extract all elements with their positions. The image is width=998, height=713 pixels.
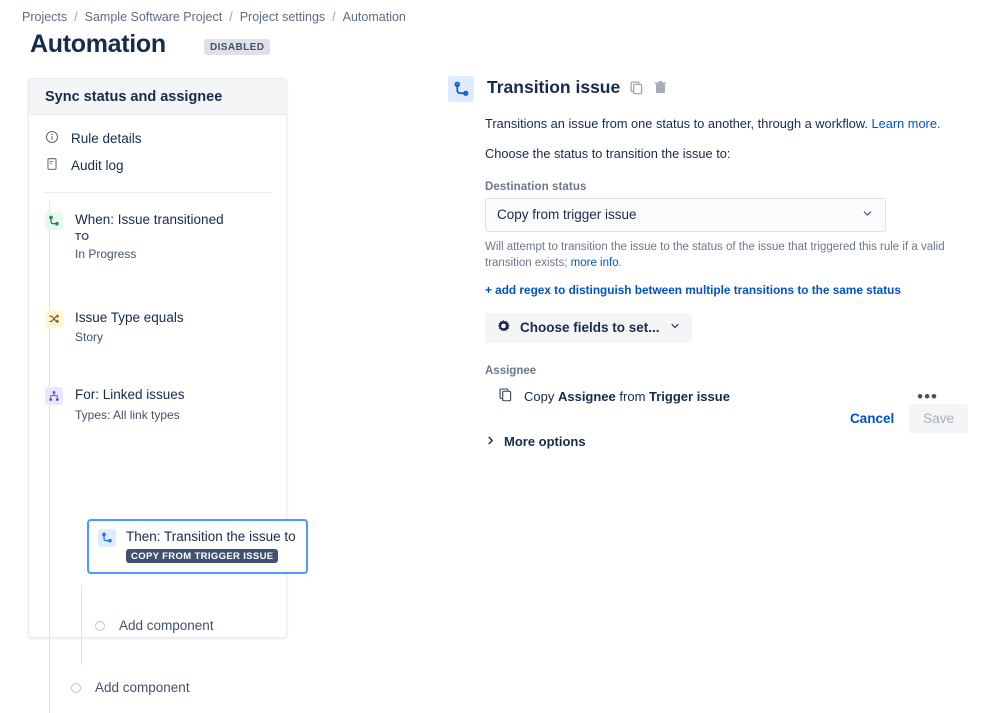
detail-question: Choose the status to transition the issu… [485,145,731,161]
chevron-down-icon [669,320,681,335]
breadcrumb: Projects / Sample Software Project / Pro… [22,10,406,24]
chevron-down-icon [861,207,874,223]
then-card-body: Then: Transition the issue to COPY FROM … [126,528,296,564]
add-regex-link-text[interactable]: + add regex to distinguish between multi… [485,283,901,297]
more-options-toggle[interactable]: More options [485,434,586,449]
breadcrumb-separator: / [229,10,233,24]
add-component-label: Add component [119,618,214,633]
trash-icon[interactable] [653,80,668,95]
assignee-field-name: Assignee [557,389,616,405]
action-detail-panel: Transition issue Transitions an issue fr… [448,76,968,451]
tree-node-body: Issue Type equals Story [75,309,184,346]
destination-status-label: Destination status [485,180,587,193]
shuffle-icon [45,310,63,329]
tree-node-title: When: Issue transitioned [75,212,224,227]
add-dot-icon [71,682,81,693]
assignee-label: Assignee [485,364,537,377]
rule-name-header: Sync status and assignee [29,79,286,115]
page-title: Automation [30,30,166,58]
tree-node-sub-value: In Progress [75,247,137,262]
cancel-button[interactable]: Cancel [840,404,904,433]
sidebar-item-rule-details[interactable]: Rule details [29,125,286,152]
help-text-end: . [618,257,622,270]
detail-title: Transition issue [487,77,621,97]
assignee-description: Copy Assignee from Trigger issue [524,389,900,404]
transition-icon [45,212,63,230]
tree-node-title: For: Linked issues [75,387,185,403]
more-info-link[interactable]: more info [571,257,619,269]
tree-node-body: For: Linked issues Types: All link types [75,386,185,423]
tree-node-sub-value: Story [75,330,104,345]
gear-icon [496,319,511,337]
destination-status-help: Will attempt to transition the issue to … [485,239,955,272]
copy-icon[interactable] [629,80,644,95]
add-component-label: Add component [95,680,190,695]
sidebar-item-label: Audit log [71,158,124,173]
breadcrumb-separator: / [332,10,336,24]
then-card-title: Then: Transition the issue to [126,529,296,544]
breadcrumb-item-project-settings[interactable]: Project settings [240,10,325,24]
tree-node-title: Issue Type equals [75,310,184,326]
tree-node-condition[interactable]: Issue Type equals Story [29,303,286,352]
breadcrumb-separator: / [74,10,78,24]
sidebar-item-label: Rule details [71,131,142,146]
tree-node-trigger[interactable]: When: Issue transitioned TO In Progress [29,205,286,269]
transition-icon [98,529,116,547]
tree-node-sub: TO In Progress [75,230,224,263]
tree-node-body: When: Issue transitioned TO In Progress [75,211,224,263]
assignee-source-name: Trigger issue [649,389,730,405]
save-button[interactable]: Save [909,404,968,433]
detail-description: Transitions an issue from one status to … [485,115,968,134]
breadcrumb-item-projects[interactable]: Projects [22,10,67,24]
status-badge: DISABLED [204,39,271,55]
document-icon [45,157,59,174]
detail-title-row: Transition issue [487,77,668,98]
breadcrumb-item-automation: Automation [342,10,406,24]
breadcrumb-item-sample-software-project[interactable]: Sample Software Project [85,10,223,24]
add-dot-icon [95,620,105,631]
tree-node-sub-value: Types: All link types [75,407,180,422]
branch-icon [45,387,63,406]
rule-tree-panel: Sync status and assignee Rule details Au… [28,78,308,713]
rule-tree: When: Issue transitioned TO In Progress … [29,193,286,713]
destination-status-select[interactable]: Copy from trigger issue [485,197,886,232]
sidebar-item-audit-log[interactable]: Audit log [29,152,286,179]
add-component-branch-button[interactable]: Add component [95,618,214,633]
then-card-badge: COPY FROM TRIGGER ISSUE [126,549,279,564]
tree-spine-main [49,201,50,713]
info-circle-icon [45,130,59,147]
add-component-root-button[interactable]: Add component [71,680,190,695]
choose-fields-label: Choose fields to set... [520,320,660,336]
form-actions: Cancel Save [448,404,968,433]
rule-nav-list: Rule details Audit log [29,115,286,185]
add-regex-link[interactable]: + add regex to distinguish between multi… [485,283,968,297]
learn-more-link[interactable]: Learn more. [872,116,941,131]
help-text: Will attempt to transition the issue to … [485,240,945,270]
tree-node-caption: TO [75,232,90,244]
transition-icon [448,76,474,102]
tree-node-action-selected[interactable]: Then: Transition the issue to COPY FROM … [87,519,308,575]
assignee-text-middle: from [615,389,650,405]
detail-description-text: Transitions an issue from one status to … [485,116,868,131]
assignee-text-prefix: Copy [524,389,558,405]
destination-status-value: Copy from trigger issue [497,207,637,223]
tree-spine-branch [81,585,82,665]
choose-fields-button[interactable]: Choose fields to set... [485,312,692,343]
detail-header: Transition issue [448,76,968,102]
more-options-label: More options [504,433,586,449]
chevron-right-icon [485,434,496,449]
tree-node-branch[interactable]: For: Linked issues Types: All link types [29,380,286,429]
